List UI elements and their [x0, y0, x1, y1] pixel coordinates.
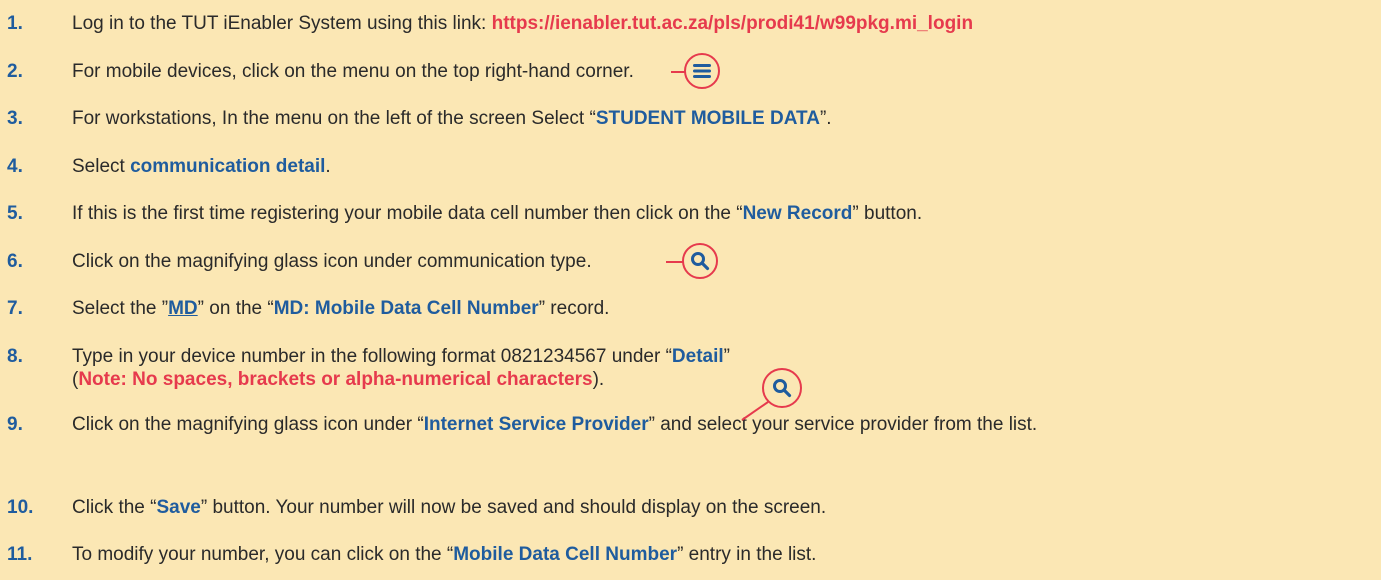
step-text: ” and select your service provider from … — [648, 414, 1038, 435]
step-text: ” on the “ — [197, 298, 274, 319]
step-text: To modify your number, you can click on … — [72, 544, 454, 565]
search-icon — [762, 368, 802, 408]
step-text: . — [325, 156, 331, 177]
step-number: 2. — [7, 61, 23, 82]
login-link[interactable]: https://ienabler.tut.ac.za/pls/prodi41/w… — [492, 13, 973, 34]
step-text: Select — [72, 156, 131, 177]
step-text: ” button. — [852, 203, 923, 224]
step-text: For mobile devices, click on the menu on… — [72, 61, 634, 82]
step-number: 8. — [7, 346, 23, 367]
step-text: ” entry in the list. — [677, 544, 817, 565]
step-text: ). — [592, 369, 605, 390]
step-text: Click on the magnifying glass icon under… — [72, 251, 592, 272]
step-highlight: MD: Mobile Data Cell Number — [273, 298, 539, 319]
step-number: 9. — [7, 414, 23, 435]
step-text: ” button. Your number will now be saved … — [200, 497, 827, 518]
step-text: ” — [723, 346, 730, 367]
step-highlight: Internet Service Provider — [423, 414, 649, 435]
step-number: 11. — [7, 544, 33, 565]
step-warning: Note: No spaces, brackets or alpha-numer… — [78, 369, 593, 390]
step-text: Click on the magnifying glass icon under… — [72, 414, 424, 435]
step-highlight: New Record — [742, 203, 853, 224]
search-icon — [682, 243, 718, 279]
step-highlight: Mobile Data Cell Number — [453, 544, 678, 565]
step-text: ”. — [819, 108, 832, 129]
step-text: Type in your device number in the follow… — [72, 346, 672, 367]
search-icon-glyph — [691, 252, 710, 271]
step-highlight: STUDENT MOBILE DATA — [595, 108, 820, 129]
step-text: ” record. — [538, 298, 610, 319]
step-text: For workstations, In the menu on the lef… — [72, 108, 596, 129]
menu-icon — [684, 53, 720, 89]
step-number: 3. — [7, 108, 23, 129]
step-text: Select the ” — [72, 298, 169, 319]
menu-icon-glyph — [693, 64, 711, 78]
step-text: If this is the first time registering yo… — [72, 203, 743, 224]
step-text: Click the “ — [72, 497, 157, 518]
step-highlight: Save — [156, 497, 201, 518]
instructions-list: 1. Log in to the TUT iEnabler System usi… — [0, 0, 1381, 580]
step-highlight: communication detail — [130, 156, 326, 177]
step-number: 7. — [7, 298, 23, 319]
step-number: 10. — [7, 497, 34, 518]
step-highlight: Detail — [671, 346, 724, 367]
step-highlight: MD — [168, 298, 198, 319]
step-number: 1. — [7, 13, 23, 34]
step-number: 5. — [7, 203, 23, 224]
step-text: Log in to the TUT iEnabler System using … — [72, 13, 492, 34]
step-number: 6. — [7, 251, 23, 272]
search-icon-glyph — [773, 379, 792, 398]
step-number: 4. — [7, 156, 23, 177]
